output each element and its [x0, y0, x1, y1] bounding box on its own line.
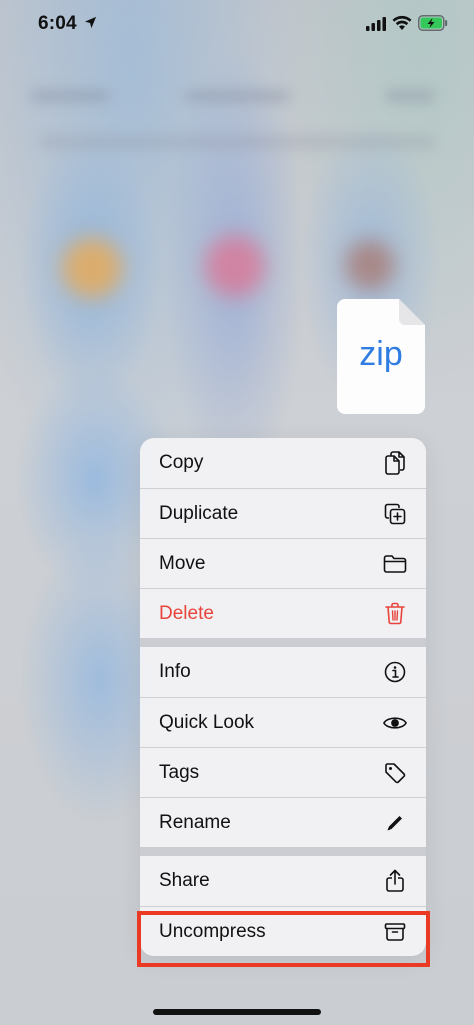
menu-item-label: Tags	[159, 761, 200, 783]
blurred-folder-thumbnail	[62, 238, 122, 298]
menu-item-label: Rename	[159, 811, 231, 833]
menu-item-label: Share	[159, 870, 210, 891]
menu-item-label: Delete	[159, 602, 214, 624]
menu-group-separator	[140, 847, 426, 856]
menu-item-tags[interactable]: Tags	[140, 747, 426, 797]
share-icon	[383, 869, 407, 893]
status-bar: 6:04	[0, 0, 474, 50]
battery-charging-icon	[418, 15, 448, 31]
doc-on-doc-icon	[383, 451, 407, 475]
menu-item-label: Quick Look	[159, 711, 255, 733]
blurred-search-bar	[40, 135, 435, 149]
plus-square-on-square-icon	[383, 502, 407, 526]
tag-icon	[383, 761, 407, 785]
blurred-nav-button	[385, 90, 435, 102]
blurred-nav-button	[30, 90, 110, 102]
menu-item-delete[interactable]: Delete	[140, 588, 426, 638]
menu-item-label: Copy	[159, 452, 204, 473]
menu-item-copy[interactable]: Copy	[140, 438, 426, 488]
cellular-signal-icon	[366, 17, 386, 31]
blurred-nav-title	[185, 90, 290, 102]
blurred-folder-thumbnail	[205, 235, 265, 297]
menu-item-duplicate[interactable]: Duplicate	[140, 488, 426, 538]
menu-item-move[interactable]: Move	[140, 538, 426, 588]
wifi-icon	[392, 15, 412, 30]
folder-icon	[383, 552, 407, 576]
blurred-folder-thumbnail	[345, 240, 395, 290]
eye-icon	[383, 711, 407, 735]
menu-item-info[interactable]: Info	[140, 647, 426, 697]
archive-box-icon	[383, 920, 407, 944]
menu-item-label: Duplicate	[159, 502, 239, 524]
menu-item-share[interactable]: Share	[140, 856, 426, 906]
trash-icon	[383, 602, 407, 626]
file-type-label: zip	[359, 335, 403, 373]
status-time: 6:04	[38, 13, 77, 34]
location-arrow-icon	[84, 16, 97, 29]
menu-item-uncompress[interactable]: Uncompress	[140, 906, 426, 956]
menu-item-label: Info	[159, 661, 191, 682]
menu-group-separator	[140, 638, 426, 647]
menu-item-label: Move	[159, 552, 206, 574]
zip-file-icon: zip	[337, 299, 425, 414]
context-menu: Copy Duplicate Move Delete Info Quick Lo…	[140, 438, 426, 956]
menu-item-label: Uncompress	[159, 920, 266, 942]
menu-item-quick-look[interactable]: Quick Look	[140, 697, 426, 747]
info-circle-icon	[383, 660, 407, 684]
menu-item-rename[interactable]: Rename	[140, 797, 426, 847]
home-indicator[interactable]	[153, 1009, 321, 1015]
pencil-icon	[383, 811, 407, 835]
